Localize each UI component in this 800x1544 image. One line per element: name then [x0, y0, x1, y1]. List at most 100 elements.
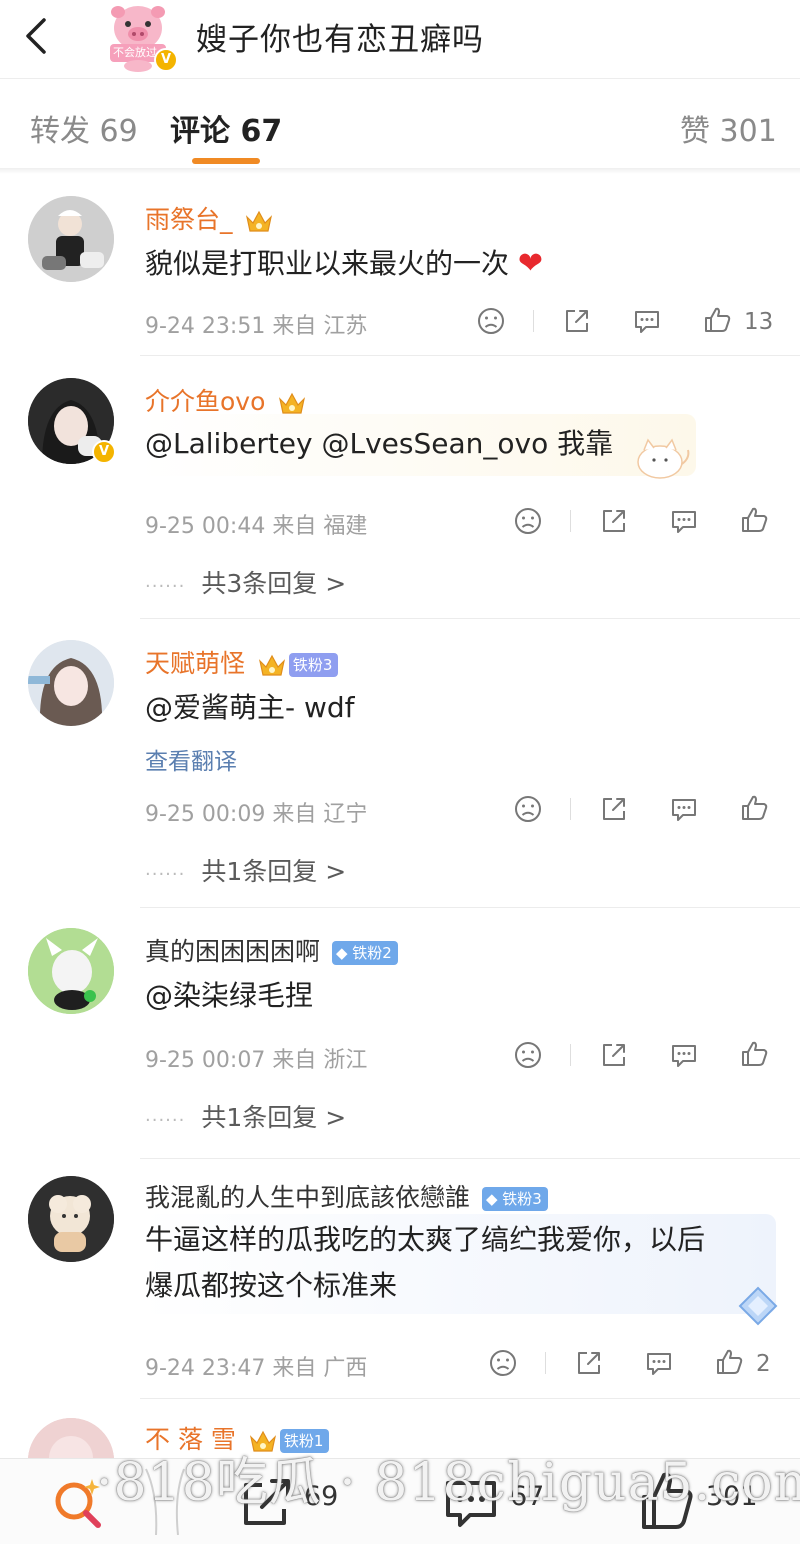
- crown-icon: [249, 1430, 276, 1452]
- comment-meta: 9-25 00:07 来自 浙江: [145, 1042, 367, 1074]
- comment-from: 来自: [272, 802, 317, 827]
- commenter-username[interactable]: 我混亂的人生中到底該依戀誰 ◆ 铁粉3: [145, 1178, 548, 1214]
- comment-from: 来自: [272, 1356, 317, 1381]
- dislike-icon[interactable]: [513, 506, 543, 540]
- comment-time: 9-25 00:07: [145, 1048, 266, 1073]
- view-replies-link[interactable]: ······ 共1条回复 >: [145, 852, 346, 888]
- share-icon[interactable]: [562, 306, 592, 340]
- fan-level-badge: ◆ 铁粉3: [481, 1187, 548, 1211]
- dislike-icon[interactable]: [513, 1040, 543, 1074]
- crown-icon: [258, 654, 285, 676]
- commenter-username[interactable]: 不 落 雪 铁粉1: [145, 1420, 330, 1456]
- commenter-username[interactable]: 介介鱼ovo: [145, 382, 307, 418]
- comment-divider: [140, 355, 800, 356]
- like-count: 2: [756, 1351, 771, 1377]
- view-replies-link[interactable]: ······ 共3条回复 >: [145, 564, 346, 600]
- reply-icon[interactable]: [644, 1348, 674, 1382]
- replies-label: 共1条回复 >: [201, 857, 347, 886]
- comment-divider: [140, 1158, 800, 1159]
- view-translation-link[interactable]: 查看翻译: [145, 742, 237, 776]
- share-icon[interactable]: [599, 1040, 629, 1074]
- username-text: 真的困困困困啊: [145, 937, 321, 966]
- username-text: 不 落 雪: [145, 1425, 236, 1454]
- view-replies-link[interactable]: ······ 共1条回复 >: [145, 1098, 346, 1134]
- share-icon[interactable]: [599, 794, 629, 828]
- comment-item: 真的困困困困啊 ◆ 铁粉2 @染柒绿毛捏 9-25 00:07 来自 浙江 ··…: [0, 910, 800, 1160]
- commenter-avatar[interactable]: [28, 1176, 114, 1262]
- comment-count: 67: [510, 1481, 545, 1512]
- post-author-avatar[interactable]: 不会放过 V: [104, 2, 178, 74]
- comment-location: 福建: [323, 514, 368, 539]
- action-divider: [570, 798, 571, 820]
- action-divider: [570, 510, 571, 532]
- username-text: 雨祭台_: [145, 205, 233, 234]
- commenter-username[interactable]: 雨祭台_: [145, 200, 274, 236]
- commenter-avatar[interactable]: [28, 196, 114, 282]
- dislike-icon[interactable]: [513, 794, 543, 828]
- like-icon[interactable]: [739, 505, 769, 539]
- dislike-icon[interactable]: [488, 1348, 518, 1382]
- tab-comments[interactable]: 评论 67: [170, 106, 282, 150]
- heart-emoji-icon: ❤: [517, 246, 544, 281]
- like-count: 13: [744, 309, 774, 335]
- comment-text: 貌似是打职业以来最火的一次 ❤: [145, 242, 543, 286]
- dots-icon: ······: [145, 576, 186, 597]
- action-divider: [545, 1352, 546, 1374]
- comment-time: 9-24 23:47: [145, 1356, 266, 1381]
- commenter-avatar[interactable]: [28, 928, 114, 1014]
- tab-likes[interactable]: 赞 301: [680, 106, 777, 150]
- share-icon[interactable]: [599, 506, 629, 540]
- reply-icon[interactable]: [632, 306, 662, 340]
- reply-icon[interactable]: [669, 794, 699, 828]
- comment-time: 9-25 00:09: [145, 802, 266, 827]
- comment-meta: 9-24 23:51 来自 江苏: [145, 308, 367, 340]
- header-divider: [0, 78, 800, 79]
- commenter-username[interactable]: 天赋萌怪 铁粉3: [145, 644, 339, 680]
- comment-from: 来自: [272, 514, 317, 539]
- tab-reposts[interactable]: 转发 69: [30, 106, 138, 150]
- fan-level-badge: ◆ 铁粉2: [331, 941, 398, 965]
- commenter-avatar[interactable]: [28, 640, 114, 726]
- comment-icon[interactable]: [444, 1465, 500, 1535]
- reply-icon[interactable]: [669, 506, 699, 540]
- repost-count: 69: [304, 1481, 339, 1512]
- comment-text: @染柒绿毛捏: [145, 979, 314, 1012]
- tab-bar-divider: [0, 168, 800, 174]
- commenter-username[interactable]: 真的困困困困啊 ◆ 铁粉2: [145, 932, 398, 968]
- like-icon[interactable]: [739, 1039, 769, 1073]
- page-title: 嫂子你也有恋丑癖吗: [196, 22, 484, 58]
- commenter-avatar[interactable]: [28, 1418, 114, 1458]
- comment-divider: [140, 1398, 800, 1399]
- share-icon[interactable]: [574, 1348, 604, 1382]
- like-icon[interactable]: [739, 793, 769, 827]
- dots-icon: ······: [145, 864, 186, 885]
- fan-level-badge: 铁粉3: [288, 653, 339, 677]
- comment-from: 来自: [272, 1048, 317, 1073]
- repost-icon[interactable]: [240, 1465, 296, 1535]
- dots-icon: ······: [145, 1110, 186, 1131]
- comment-text-content: 貌似是打职业以来最火的一次: [145, 247, 510, 280]
- like-icon[interactable]: [640, 1465, 696, 1535]
- comment-text-line1: 牛逼这样的瓜我吃的太爽了缟纻我爱你，以后: [145, 1223, 706, 1256]
- comment-divider: [140, 907, 800, 908]
- tab-bar: 转发 69 评论 67 赞 301: [0, 80, 800, 168]
- verified-badge-icon: V: [92, 440, 116, 464]
- comment-location: 江苏: [323, 314, 368, 339]
- verified-badge-icon: V: [154, 48, 178, 72]
- comment-location: 浙江: [323, 1048, 368, 1073]
- like-icon[interactable]: [714, 1347, 744, 1381]
- reply-icon[interactable]: [669, 1040, 699, 1074]
- fan-level-text: 铁粉2: [352, 944, 392, 962]
- back-arrow-icon[interactable]: [18, 14, 58, 58]
- fan-level-badge: 铁粉1: [279, 1429, 330, 1453]
- top-nav-bar: 不会放过 V 嫂子你也有恋丑癖吗: [0, 0, 800, 78]
- comment-location: 广西: [323, 1356, 368, 1381]
- search-icon[interactable]: [40, 1465, 120, 1535]
- comment-text-line2: 爆瓜都按这个标准来: [145, 1269, 398, 1302]
- emoji-sticker-icon[interactable]: [140, 1465, 196, 1536]
- comment-item: V 介介鱼ovo @Lalibertey @LvesSean_ovo 我靠 9-…: [0, 358, 800, 618]
- comment-item: 雨祭台_ 貌似是打职业以来最火的一次 ❤ 9-24 23:51 来自 江苏 13: [0, 178, 800, 358]
- comment-time: 9-25 00:44: [145, 514, 266, 539]
- like-icon[interactable]: [702, 305, 732, 339]
- dislike-icon[interactable]: [476, 306, 506, 340]
